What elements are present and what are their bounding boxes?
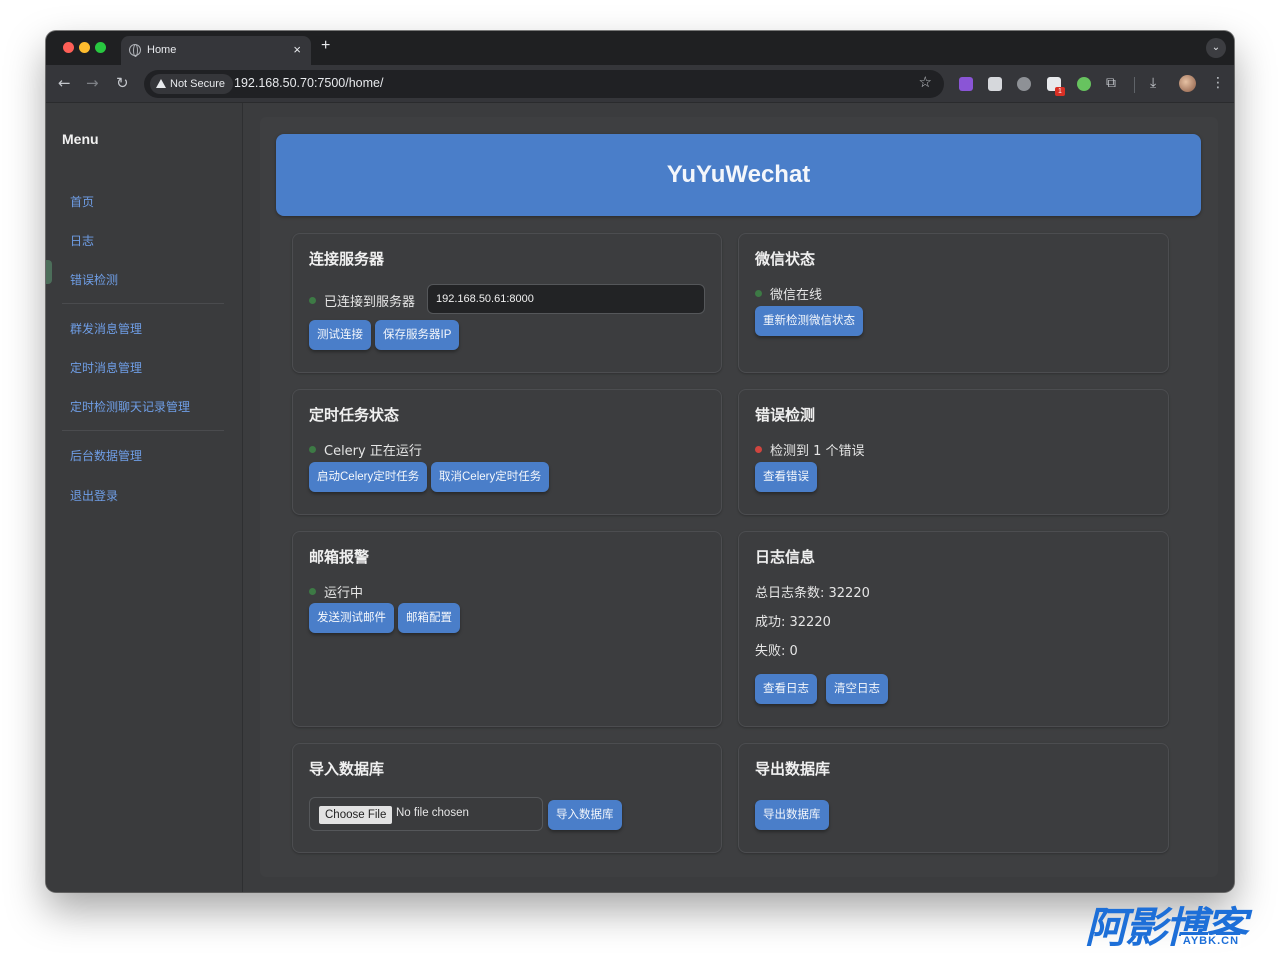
browser-toolbar: ← → ↻ Not Secure 192.168.50.70:7500/home… <box>46 65 1234 103</box>
close-window-button[interactable] <box>63 42 74 53</box>
extension-purple-icon[interactable] <box>959 77 973 91</box>
save-server-ip-button[interactable]: 保存服务器IP <box>375 320 460 350</box>
card-title: 微信状态 <box>755 250 816 268</box>
extension-leaf-icon[interactable] <box>1077 77 1091 91</box>
error-status: 检测到 1 个错误 <box>755 440 865 459</box>
sidebar: Menu 首页 日志 错误检测 群发消息管理 定时消息管理 定时检测聊天记录管理… <box>46 103 243 892</box>
mail-alert-card: 邮箱报警 运行中 发送测试邮件 邮箱配置 <box>292 531 722 727</box>
tab-title: Home <box>147 44 177 56</box>
sidebar-item-logs[interactable]: 日志 <box>70 232 94 249</box>
wechat-status-text: 微信在线 <box>770 288 823 303</box>
mail-config-button[interactable]: 邮箱配置 <box>398 603 460 633</box>
sidebar-item-chat-monitor[interactable]: 定时检测聊天记录管理 <box>70 398 190 415</box>
back-arrow-icon[interactable]: ← <box>58 74 71 92</box>
watermark-logo: 阿影博客 AYBK.CN <box>1085 905 1247 951</box>
warning-icon <box>156 79 166 88</box>
celery-status-text: Celery 正在运行 <box>324 444 422 459</box>
card-title: 错误检测 <box>755 406 816 424</box>
new-tab-button[interactable]: + <box>321 37 330 55</box>
extensions-puzzle-icon[interactable]: ⧉ <box>1106 75 1116 91</box>
address-bar[interactable]: Not Secure 192.168.50.70:7500/home/ ☆ <box>144 70 944 98</box>
status-dot <box>309 446 316 453</box>
extension-wallet-icon[interactable] <box>988 77 1002 91</box>
clear-logs-button[interactable]: 清空日志 <box>826 674 888 704</box>
mail-status: 运行中 <box>309 582 363 601</box>
maximize-window-button[interactable] <box>95 42 106 53</box>
cancel-celery-button[interactable]: 取消Celery定时任务 <box>431 462 550 492</box>
close-tab-icon[interactable]: × <box>293 42 301 57</box>
globe-icon <box>129 44 141 57</box>
celery-status-card: 定时任务状态 Celery 正在运行 启动Celery定时任务 取消Celery… <box>292 389 722 515</box>
card-title: 连接服务器 <box>309 250 385 268</box>
sidebar-divider <box>62 430 224 431</box>
reload-icon[interactable]: ↻ <box>116 74 129 92</box>
error-detection-card: 错误检测 检测到 1 个错误 查看错误 <box>738 389 1169 515</box>
browser-window: Home × + ⌄ ← → ↻ Not Secure 192.168.50.7… <box>46 31 1234 892</box>
minimize-window-button[interactable] <box>79 42 90 53</box>
more-menu-icon[interactable]: ⋮ <box>1211 75 1225 91</box>
security-chip[interactable]: Not Secure <box>150 74 234 94</box>
file-name-label: No file chosen <box>396 807 469 819</box>
log-failed: 失败: 0 <box>755 644 798 659</box>
extension-glasses-icon[interactable] <box>1017 77 1031 91</box>
server-status: 已连接到服务器 <box>309 291 415 310</box>
card-title: 导出数据库 <box>755 760 831 778</box>
export-database-button[interactable]: 导出数据库 <box>755 800 829 830</box>
sidebar-item-error-detection[interactable]: 错误检测 <box>70 271 118 288</box>
sidebar-item-broadcast[interactable]: 群发消息管理 <box>70 320 142 337</box>
error-status-text: 检测到 1 个错误 <box>770 444 865 459</box>
log-total: 总日志条数: 32220 <box>755 586 870 601</box>
sidebar-divider <box>62 303 224 304</box>
extension-count-badge: 1 <box>1055 87 1065 96</box>
sidebar-item-admin-data[interactable]: 后台数据管理 <box>70 447 142 464</box>
mail-status-text: 运行中 <box>324 586 364 601</box>
view-errors-button[interactable]: 查看错误 <box>755 462 817 492</box>
page-content: Menu 首页 日志 错误检测 群发消息管理 定时消息管理 定时检测聊天记录管理… <box>46 103 1234 892</box>
choose-file-button[interactable]: Choose File <box>319 806 393 824</box>
sidebar-item-scheduled-messages[interactable]: 定时消息管理 <box>70 359 142 376</box>
card-title: 日志信息 <box>755 548 816 566</box>
card-title: 导入数据库 <box>309 760 385 778</box>
wechat-status: 微信在线 <box>755 284 822 303</box>
sidebar-item-logout[interactable]: 退出登录 <box>70 487 118 504</box>
card-title: 定时任务状态 <box>309 406 400 424</box>
status-dot <box>309 297 316 304</box>
status-dot <box>755 446 762 453</box>
page-title-banner: YuYuWechat <box>276 134 1201 216</box>
card-title: 邮箱报警 <box>309 548 370 566</box>
url-text[interactable]: 192.168.50.70:7500/home/ <box>234 76 383 90</box>
sidebar-item-home[interactable]: 首页 <box>70 193 94 210</box>
export-database-card: 导出数据库 导出数据库 <box>738 743 1169 853</box>
file-input[interactable]: Choose File No file chosen <box>309 797 543 831</box>
server-address-input[interactable]: 192.168.50.61:8000 <box>427 284 705 314</box>
server-status-text: 已连接到服务器 <box>324 295 416 310</box>
import-database-card: 导入数据库 Choose File No file chosen 导入数据库 <box>292 743 722 853</box>
log-success: 成功: 32220 <box>755 615 831 630</box>
start-celery-button[interactable]: 启动Celery定时任务 <box>309 462 428 492</box>
view-logs-button[interactable]: 查看日志 <box>755 674 817 704</box>
import-database-button[interactable]: 导入数据库 <box>548 800 622 830</box>
tab-strip: Home × + ⌄ <box>46 31 1234 65</box>
tab-search-button[interactable]: ⌄ <box>1206 38 1226 58</box>
browser-tab-home[interactable]: Home × <box>121 36 311 65</box>
server-card: 连接服务器 已连接到服务器 192.168.50.61:8000 测试连接 保存… <box>292 233 722 373</box>
status-dot <box>755 290 762 297</box>
recheck-wechat-button[interactable]: 重新检测微信状态 <box>755 306 863 336</box>
bookmark-star-icon[interactable]: ☆ <box>919 73 932 91</box>
profile-avatar[interactable] <box>1179 75 1196 92</box>
test-connection-button[interactable]: 测试连接 <box>309 320 371 350</box>
send-test-email-button[interactable]: 发送测试邮件 <box>309 603 394 633</box>
celery-status: Celery 正在运行 <box>309 440 422 459</box>
toolbar-divider <box>1134 77 1135 93</box>
forward-arrow-icon[interactable]: → <box>86 74 99 92</box>
active-item-marker <box>46 260 52 284</box>
watermark-domain: AYBK.CN <box>1180 935 1242 947</box>
download-icon[interactable]: ⤓ <box>1150 75 1156 91</box>
log-info-card: 日志信息 总日志条数: 32220 成功: 32220 失败: 0 查看日志 清… <box>738 531 1169 727</box>
security-label: Not Secure <box>170 78 226 90</box>
status-dot <box>309 588 316 595</box>
wechat-status-card: 微信状态 微信在线 重新检测微信状态 <box>738 233 1169 373</box>
menu-title: Menu <box>62 131 99 147</box>
